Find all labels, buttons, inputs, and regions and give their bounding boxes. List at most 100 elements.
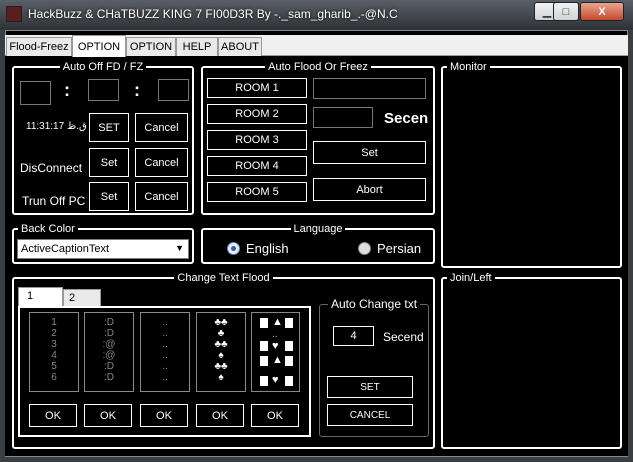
join-left-group: Join/Left [441, 272, 622, 449]
text-list-box[interactable]: 123456 [29, 312, 79, 392]
colon-separator: : [64, 80, 70, 100]
window-title: HackBuzz & CHaTBUZZ KING 7 FI00D3R By -.… [28, 7, 398, 21]
monitor-group: Monitor [441, 61, 622, 268]
list-item: ♠ [218, 350, 224, 361]
card-list-box[interactable]: ▲ .. ♥ ▲ ♥ [251, 312, 300, 392]
hour-input[interactable] [20, 81, 51, 105]
list-item: :@ [102, 339, 116, 350]
change-interval-input[interactable]: 4 [333, 326, 374, 346]
list-item: .. [162, 350, 168, 361]
list-item: ♣♣ [214, 361, 228, 372]
list-item: :D [104, 317, 114, 328]
auto-flood-legend: Auto Flood Or Freez [268, 61, 368, 73]
seconds-input[interactable] [313, 107, 373, 128]
list-item: .. [162, 317, 168, 328]
chevron-down-icon: ▼ [175, 243, 184, 253]
tab-option-active[interactable]: OPTION [72, 35, 126, 57]
auto-change-cancel-button[interactable]: CANCEL [327, 404, 413, 426]
language-legend: Language [293, 223, 343, 235]
minute-input[interactable] [88, 79, 119, 101]
list-item: :D [104, 372, 114, 383]
disconnect-cancel-button[interactable]: Cancel [135, 148, 188, 177]
spade-icon: ▲ [272, 316, 283, 328]
card-block-icon [260, 376, 268, 386]
timer-cancel-button[interactable]: Cancel [135, 113, 188, 142]
list-item: .. [162, 361, 168, 372]
card-block-icon [285, 376, 293, 386]
list-item: 5 [51, 361, 57, 372]
list-item: ♣♣ [214, 339, 228, 350]
room-button[interactable]: ROOM 2 [207, 104, 307, 124]
ok-button[interactable]: OK [84, 404, 132, 427]
list-item: 3 [51, 339, 57, 350]
room-button[interactable]: ROOM 4 [207, 156, 307, 176]
app-icon [6, 6, 22, 22]
clock-label: 11:31:17 ق.ظ [26, 121, 87, 132]
second-input[interactable] [158, 79, 189, 101]
list-item: ♠ [218, 372, 224, 383]
list-item: :D [104, 361, 114, 372]
tab-option[interactable]: OPTION [126, 37, 176, 56]
list-item: .. [162, 339, 168, 350]
ok-button[interactable]: OK [196, 404, 244, 427]
card-block-icon [285, 341, 293, 351]
maximize-button[interactable]: □ [553, 2, 579, 21]
turn-off-set-button[interactable]: Set [89, 182, 129, 211]
list-item: 1 [51, 317, 57, 328]
flood-set-button[interactable]: Set [313, 141, 426, 164]
close-button[interactable]: X [580, 2, 624, 21]
persian-label: Persian [377, 241, 422, 256]
room-button[interactable]: ROOM 1 [207, 78, 307, 98]
persian-radio[interactable] [358, 242, 371, 255]
list-item: ♣♣ [214, 317, 228, 328]
disconnect-set-button[interactable]: Set [89, 148, 129, 177]
secend-label: Secen [384, 110, 429, 127]
text-list-box[interactable]: ............ [140, 312, 190, 392]
change-text-legend: Change Text Flood [177, 272, 270, 284]
english-radio[interactable] [227, 242, 240, 255]
ok-button[interactable]: OK [140, 404, 188, 427]
tab-about[interactable]: ABOUT [218, 37, 262, 56]
auto-change-set-button[interactable]: SET [327, 376, 413, 398]
list-item: 2 [51, 328, 57, 339]
card-block-icon [260, 356, 268, 366]
english-label: English [246, 241, 289, 256]
card-block-icon [260, 341, 268, 351]
back-color-select[interactable]: ActiveCaptionText ▼ [17, 239, 189, 259]
turn-off-pc-label: Trun Off PC [22, 194, 86, 208]
back-color-value: ActiveCaptionText [21, 243, 110, 255]
ok-button[interactable]: OK [251, 404, 299, 427]
radio-dot-icon [231, 246, 236, 251]
list-item: :D [104, 328, 114, 339]
secend-label: Secend [383, 330, 424, 344]
spade-icon: ▲ [272, 354, 283, 366]
card-block-icon [260, 318, 268, 328]
heart-icon: ♥ [272, 374, 279, 386]
card-block-icon [285, 356, 293, 366]
monitor-legend: Monitor [450, 61, 487, 73]
dots-glyph: .. [272, 329, 278, 340]
back-color-legend: Back Color [21, 223, 75, 235]
tab-help[interactable]: HELP [176, 37, 218, 56]
list-item: .. [162, 372, 168, 383]
list-item: 6 [51, 372, 57, 383]
ok-button[interactable]: OK [29, 404, 77, 427]
timer-set-button[interactable]: SET [89, 113, 129, 142]
abort-button[interactable]: Abort [313, 178, 426, 201]
list-item: .. [162, 328, 168, 339]
subtab-1[interactable]: 1 [18, 287, 63, 306]
room-button[interactable]: ROOM 3 [207, 130, 307, 150]
turn-off-cancel-button[interactable]: Cancel [135, 182, 188, 211]
room-text-input[interactable] [313, 78, 426, 99]
list-item: 4 [51, 350, 57, 361]
room-button[interactable]: ROOM 5 [207, 182, 307, 202]
auto-off-legend: Auto Off FD / FZ [62, 61, 144, 73]
text-list-box[interactable]: ♣♣ ♣ ♣♣ ♠ ♣♣ ♠ [196, 312, 246, 392]
list-item: :@ [102, 350, 116, 361]
list-item: ♣ [217, 328, 225, 339]
text-list-box[interactable]: :D:D:@:@:D:D [84, 312, 134, 392]
tab-flood-freez[interactable]: Flood-Freez [6, 37, 72, 56]
colon-separator: : [134, 80, 140, 100]
disconnect-label: DisConnect [20, 161, 83, 175]
subtab-2[interactable]: 2 [63, 289, 101, 306]
